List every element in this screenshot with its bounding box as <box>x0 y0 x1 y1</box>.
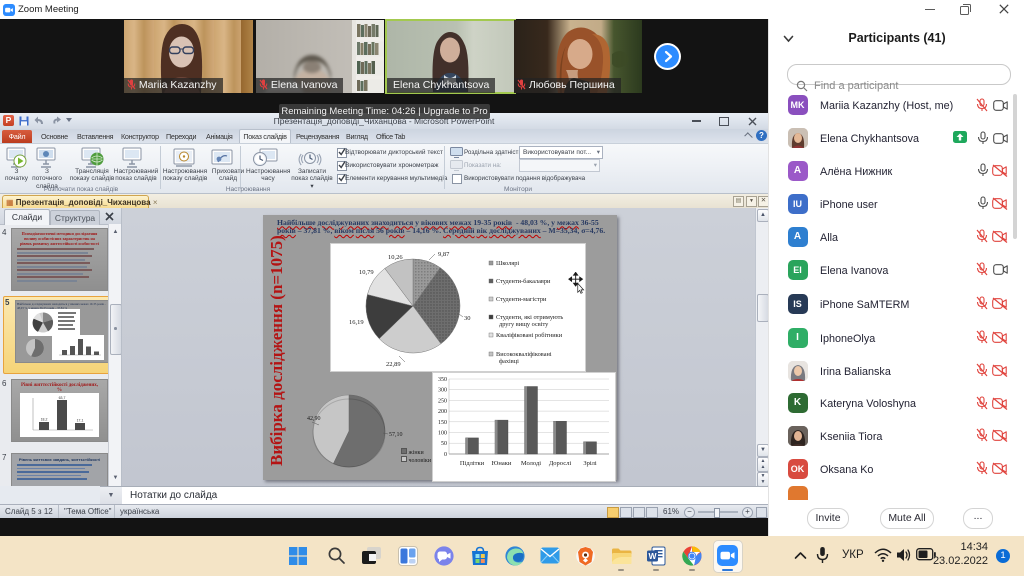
svg-text:Юнаки: Юнаки <box>492 460 512 467</box>
svg-text:Школярі: Школярі <box>496 260 519 267</box>
svg-text:63,7: 63,7 <box>59 396 66 400</box>
svg-text:250: 250 <box>438 398 447 404</box>
svg-text:350: 350 <box>438 377 447 383</box>
svg-text:16,19: 16,19 <box>349 319 364 326</box>
svg-text:0: 0 <box>444 452 447 458</box>
svg-text:Студенти-магістри: Студенти-магістри <box>496 296 547 303</box>
svg-text:Кваліфіковані робітники: Кваліфіковані робітники <box>496 332 563 339</box>
svg-text:W: W <box>648 551 657 561</box>
svg-text:42,90: 42,90 <box>307 416 321 422</box>
svg-text:150: 150 <box>438 420 447 426</box>
svg-text:Підлітки: Підлітки <box>460 460 485 467</box>
svg-text:18,2: 18,2 <box>41 418 48 422</box>
svg-text:Студенти-бакалаври: Студенти-бакалаври <box>496 278 551 285</box>
svg-text:Дорослі: Дорослі <box>549 460 571 467</box>
svg-text:Молоді: Молоді <box>521 460 541 467</box>
svg-text:10,26: 10,26 <box>388 254 403 261</box>
svg-text:Студенти, які отримують: Студенти, які отримують <box>496 314 563 321</box>
svg-text:57,10: 57,10 <box>389 432 403 438</box>
svg-text:фахівці: фахівці <box>499 358 519 365</box>
svg-text:10,79: 10,79 <box>359 269 374 276</box>
svg-text:9,87: 9,87 <box>438 251 450 258</box>
svg-text:другу вищу освіту: другу вищу освіту <box>499 321 549 328</box>
svg-text:30: 30 <box>464 315 471 322</box>
svg-text:100: 100 <box>438 431 447 437</box>
svg-text:22,89: 22,89 <box>386 361 401 368</box>
svg-text:Зрілі: Зрілі <box>583 460 597 467</box>
svg-text:50: 50 <box>441 441 447 447</box>
svg-text:Висококваліфіковані: Висококваліфіковані <box>496 351 552 358</box>
svg-text:300: 300 <box>438 388 447 394</box>
svg-text:200: 200 <box>438 409 447 415</box>
svg-text:17,1: 17,1 <box>77 419 84 423</box>
